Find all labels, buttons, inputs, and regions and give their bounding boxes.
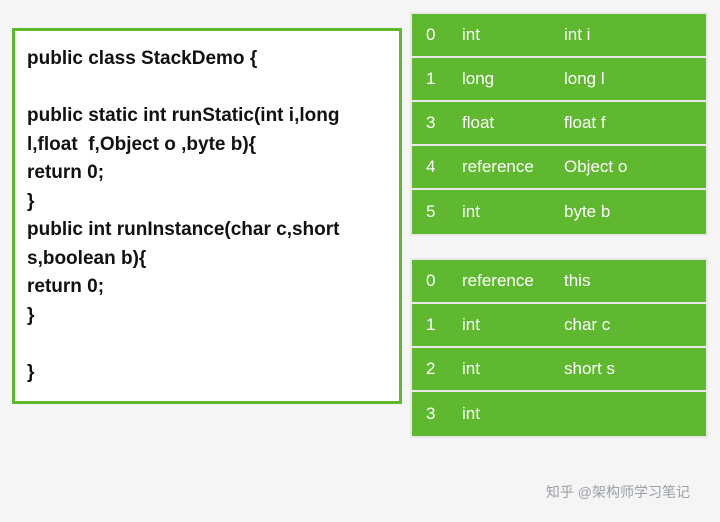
slot-index: 0 [426, 271, 444, 291]
table-row: 3 float float f [412, 102, 706, 146]
slot-index: 1 [426, 69, 444, 89]
slot-index: 3 [426, 113, 444, 133]
slot-name: int i [564, 25, 692, 45]
table-row: 1 int char c [412, 304, 706, 348]
local-variable-table-instance: 0 reference this 1 int char c 2 int shor… [410, 258, 708, 438]
table-row: 1 long long l [412, 58, 706, 102]
tables-column: 0 int int i 1 long long l 3 float float … [410, 12, 708, 438]
slot-index: 1 [426, 315, 444, 335]
table-row: 0 int int i [412, 14, 706, 58]
slot-type: int [462, 359, 546, 379]
slot-index: 2 [426, 359, 444, 379]
slot-index: 4 [426, 157, 444, 177]
local-variable-table-static: 0 int int i 1 long long l 3 float float … [410, 12, 708, 236]
slot-type: long [462, 69, 546, 89]
slot-type: int [462, 25, 546, 45]
slot-name: long l [564, 69, 692, 89]
code-block: public class StackDemo { public static i… [12, 28, 402, 404]
watermark-text: 知乎 @架构师学习笔记 [546, 482, 690, 502]
slot-type: int [462, 404, 546, 424]
slot-index: 0 [426, 25, 444, 45]
table-row: 5 int byte b [412, 190, 706, 234]
slot-type: float [462, 113, 546, 133]
slot-name: byte b [564, 202, 692, 222]
table-row: 3 int [412, 392, 706, 436]
slot-name: float f [564, 113, 692, 133]
table-row: 0 reference this [412, 260, 706, 304]
slot-index: 5 [426, 202, 444, 222]
slot-name: this [564, 271, 692, 291]
slot-name: char c [564, 315, 692, 335]
slot-type: reference [462, 157, 546, 177]
diagram-container: public class StackDemo { public static i… [12, 12, 708, 438]
table-row: 4 reference Object o [412, 146, 706, 190]
slot-type: int [462, 202, 546, 222]
slot-name: Object o [564, 157, 692, 177]
slot-type: reference [462, 271, 546, 291]
slot-name: short s [564, 359, 692, 379]
table-row: 2 int short s [412, 348, 706, 392]
slot-index: 3 [426, 404, 444, 424]
slot-type: int [462, 315, 546, 335]
